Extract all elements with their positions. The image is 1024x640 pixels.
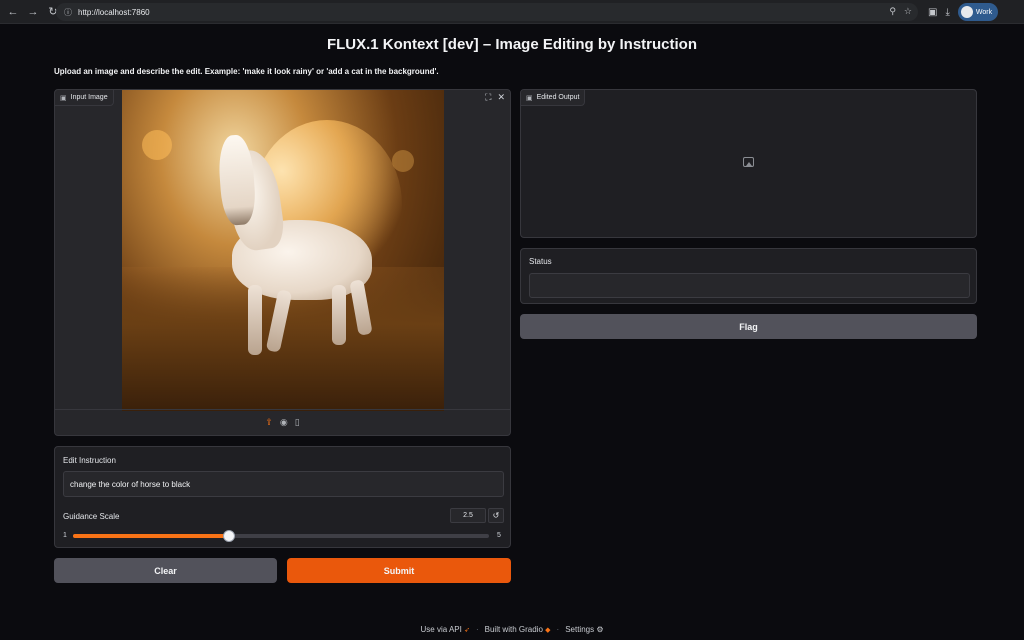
profile-label: Work (975, 8, 993, 16)
clear-button[interactable]: Clear (54, 558, 277, 583)
address-url: http://localhost:7860 (78, 7, 150, 17)
gradio-logo-icon: ◆ (545, 627, 551, 634)
close-icon[interactable]: ✕ (497, 92, 505, 103)
status-label: Status (529, 257, 552, 266)
zoom-icon[interactable]: ⚲ (889, 6, 896, 17)
edited-output-label: ▣ Edited Output (521, 90, 586, 106)
image-icon: ▣ (60, 94, 67, 102)
avatar (960, 6, 973, 18)
page-description: Upload an image and describe the edit. E… (54, 67, 439, 76)
upload-icon[interactable]: ⇪ (265, 417, 273, 428)
edited-output-panel: ▣ Edited Output (520, 89, 977, 238)
slider-fill (73, 534, 229, 538)
guidance-scale-min: 1 (63, 532, 67, 539)
built-with-gradio-link[interactable]: Built with Gradio ◆ (485, 625, 551, 634)
clipboard-icon[interactable]: ▯ (295, 417, 300, 428)
rocket-icon: ➶ (464, 627, 470, 634)
page-title: FLUX.1 Kontext [dev] – Image Editing by … (326, 36, 698, 53)
status-textbox[interactable] (529, 273, 970, 298)
slider-thumb[interactable] (223, 530, 235, 542)
input-image-label: ▣ Input Image (55, 90, 114, 106)
fullscreen-icon[interactable]: ⛶ (485, 92, 491, 103)
guidance-scale-number-input[interactable]: 2.5 (450, 508, 486, 523)
input-image-panel[interactable]: ▣ Input Image ⛶ ✕ ⇪ ◉ ▯ (54, 89, 511, 436)
flag-button[interactable]: Flag (520, 314, 977, 339)
image-placeholder-icon (743, 157, 754, 167)
forward-icon[interactable]: → (24, 3, 42, 21)
back-icon[interactable]: ← (4, 3, 22, 21)
webcam-icon[interactable]: ◉ (280, 417, 288, 428)
edit-instruction-input[interactable] (63, 471, 504, 497)
address-bar[interactable]: ⓘ http://localhost:7860 ⚲ ☆ (56, 3, 918, 21)
guidance-scale-slider[interactable] (73, 530, 489, 542)
edit-instruction-panel: Edit Instruction Guidance Scale 2.5 ↺ 1 … (54, 446, 511, 548)
footer: Use via API ➶ · Built with Gradio ◆ · Se… (420, 625, 604, 634)
extensions-icon[interactable]: ▣ (928, 7, 937, 18)
image-source-bar: ⇪ ◉ ▯ (55, 409, 510, 435)
guidance-scale-max: 5 (497, 532, 501, 539)
profile-button[interactable]: Work (957, 3, 999, 21)
gear-icon: ⚙ (596, 625, 604, 634)
guidance-scale-label: Guidance Scale (63, 512, 120, 521)
edit-instruction-label: Edit Instruction (63, 456, 116, 465)
reset-icon[interactable]: ↺ (488, 508, 504, 523)
settings-link[interactable]: Settings ⚙ (565, 625, 603, 634)
image-icon: ▣ (526, 94, 533, 102)
use-via-api-link[interactable]: Use via API ➶ (421, 625, 470, 634)
bookmark-star-icon[interactable]: ☆ (904, 6, 912, 17)
browser-toolbar: ← → ↻ ⓘ http://localhost:7860 ⚲ ☆ ▣ ⤓ Wo… (0, 0, 1024, 24)
submit-button[interactable]: Submit (287, 558, 511, 583)
status-panel: Status (520, 248, 977, 304)
site-info-icon[interactable]: ⓘ (64, 7, 72, 18)
download-icon[interactable]: ⤓ (945, 7, 949, 18)
input-image-preview (122, 90, 444, 411)
